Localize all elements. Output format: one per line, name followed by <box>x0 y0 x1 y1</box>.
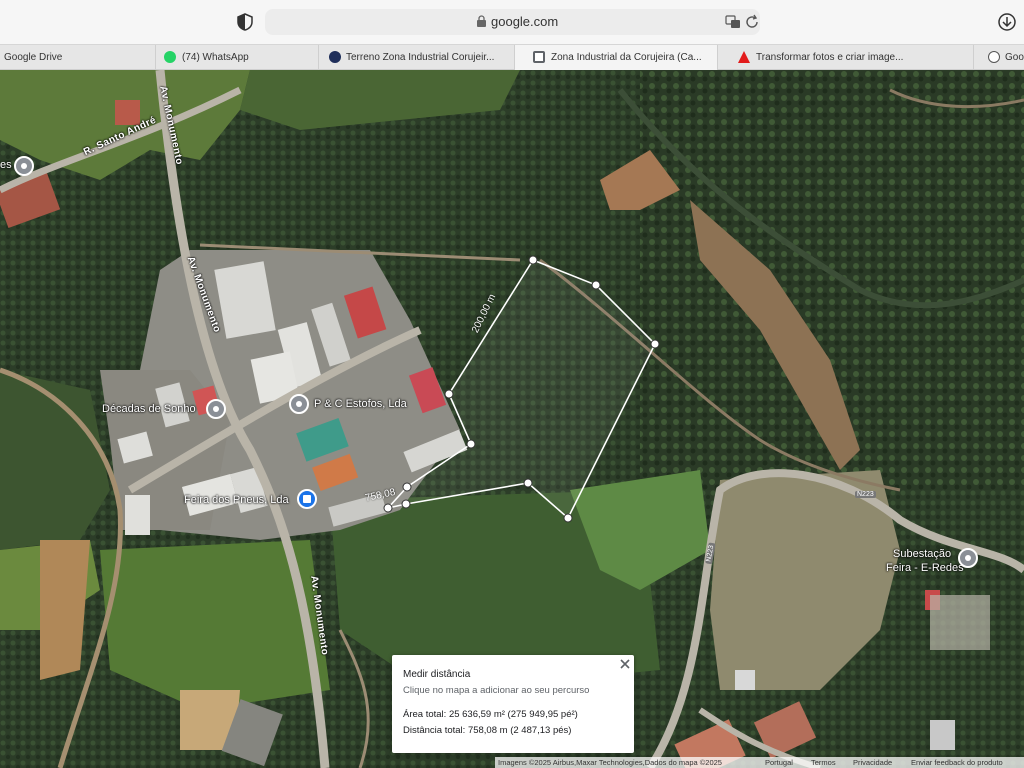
place-label-decadas-de-sonho[interactable]: Décadas de Sonho <box>102 403 196 415</box>
tab-whatsapp[interactable]: (74) WhatsApp <box>156 45 319 70</box>
shop-pin-icon[interactable] <box>297 489 317 509</box>
measure-polygon[interactable] <box>385 259 656 520</box>
privacy-shield-icon[interactable] <box>236 13 254 31</box>
measure-vertex[interactable] <box>650 339 660 349</box>
tab-google[interactable]: Google <box>974 45 1024 70</box>
tab-transformar-fotos[interactable]: Transformar fotos e criar image... <box>718 45 974 70</box>
place-label-estofos[interactable]: P & C Estofos, Lda <box>314 398 407 410</box>
measure-vertex[interactable] <box>591 280 601 290</box>
measure-vertex[interactable] <box>466 439 476 449</box>
reload-icon[interactable] <box>744 14 760 30</box>
terms-link[interactable]: Termos <box>811 758 836 767</box>
place-label-subestacao[interactable]: Subestação <box>893 548 951 560</box>
tab-label: Zona Industrial da Corujeira (Ca... <box>551 52 702 63</box>
lock-icon <box>477 15 486 27</box>
site-icon <box>329 51 341 63</box>
utility-pin-icon[interactable] <box>958 548 978 568</box>
measure-vertex[interactable] <box>444 389 454 399</box>
tab-label: Google Drive <box>4 52 63 63</box>
country-link[interactable]: Portugal <box>765 758 793 767</box>
google-icon <box>988 51 1000 63</box>
panel-hint: Clique no mapa a adicionar ao seu percur… <box>403 685 590 696</box>
measure-vertex[interactable] <box>528 255 538 265</box>
measure-distance-panel: Medir distância Clique no mapa a adicion… <box>392 655 634 753</box>
download-icon[interactable] <box>997 12 1017 32</box>
translate-icon[interactable] <box>725 14 741 30</box>
browser-toolbar: google.com <box>0 0 1024 44</box>
tab-label: Transformar fotos e criar image... <box>756 52 904 63</box>
imagery-credit: Imagens ©2025 Airbus,Maxar Technologies,… <box>498 758 722 767</box>
measure-vertex[interactable] <box>402 482 412 492</box>
measure-vertex[interactable] <box>563 513 573 523</box>
place-label-feira-dos-pneus[interactable]: Feira dos Pneus, Lda <box>184 494 289 506</box>
privacy-link[interactable]: Privacidade <box>853 758 892 767</box>
url-text: google.com <box>491 14 559 29</box>
place-label-subestacao-sub[interactable]: Feira - E-Redes <box>886 562 964 574</box>
map-attribution: Imagens ©2025 Airbus,Maxar Technologies,… <box>495 757 1024 768</box>
whatsapp-icon <box>164 51 176 63</box>
total-area: Área total: 25 636,59 m² (275 949,95 pé²… <box>403 709 578 720</box>
measure-vertex[interactable] <box>383 503 393 513</box>
tab-label: Google <box>1005 52 1024 63</box>
tab-label: Terreno Zona Industrial Corujeir... <box>346 52 495 63</box>
place-pin-estofos[interactable] <box>289 394 309 414</box>
place-pin[interactable] <box>14 156 34 176</box>
address-bar[interactable]: google.com <box>265 9 760 35</box>
tab-label: (74) WhatsApp <box>182 52 249 63</box>
tab-zona-industrial[interactable]: Zona Industrial da Corujeira (Ca... <box>515 45 718 70</box>
feedback-link[interactable]: Enviar feedback do produto <box>911 758 1003 767</box>
close-icon[interactable] <box>618 657 632 671</box>
satellite-map[interactable]: 200,00 m 758,08 R. Santo André Av. Monum… <box>0 70 1024 768</box>
place-label-cut[interactable]: es <box>0 159 12 171</box>
adobe-icon <box>738 51 750 63</box>
place-pin-decadas[interactable] <box>206 399 226 419</box>
panel-title: Medir distância <box>403 669 471 680</box>
maps-icon <box>533 51 545 63</box>
tab-terreno[interactable]: Terreno Zona Industrial Corujeir... <box>319 45 515 70</box>
total-distance: Distância total: 758,08 m (2 487,13 pés) <box>403 725 572 736</box>
tab-bar: Google Drive (74) WhatsApp Terreno Zona … <box>0 44 1024 70</box>
tab-google-drive[interactable]: Google Drive <box>0 45 156 70</box>
measure-vertex[interactable] <box>401 499 411 509</box>
road-tag-n223: N223 <box>855 491 876 498</box>
measure-vertex[interactable] <box>523 478 533 488</box>
